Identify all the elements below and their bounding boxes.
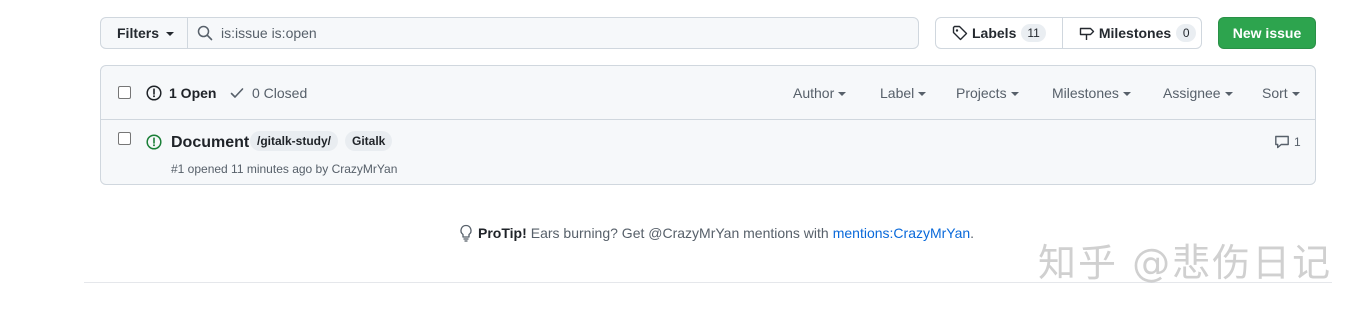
chevron-down-icon [838,92,847,96]
sort-menu[interactable]: Sort [1262,85,1300,101]
comments-count: 1 [1294,135,1301,149]
assignee-filter-label: Assignee [1163,85,1221,101]
protip-lead: ProTip! [478,225,527,241]
milestones-filter[interactable]: Milestones [1052,85,1131,101]
issues-list-header: 1 Open 0 Closed Author Label Projects Mi… [101,66,1315,120]
issue-checkbox[interactable] [118,132,131,145]
issue-author-link[interactable]: CrazyMrYan [332,162,398,176]
projects-filter-label: Projects [956,85,1007,101]
projects-filter[interactable]: Projects [956,85,1019,101]
protip-trail: . [970,225,975,241]
issue-opened-icon [146,134,162,150]
check-icon [229,85,252,101]
new-issue-button[interactable]: New issue [1218,17,1316,49]
protip-text: Ears burning? Get @CrazyMrYan mentions w… [530,225,829,241]
closed-issues-label: 0 Closed [252,85,308,101]
light-bulb-icon [459,224,478,242]
chevron-down-icon [166,32,175,36]
tag-icon [952,25,972,41]
milestones-button[interactable]: Milestones 0 [1061,18,1212,48]
protip-mentions-link[interactable]: mentions:CrazyMrYan [833,225,970,241]
issue-meta: #1 opened 11 minutes ago by CrazyMrYan [171,162,397,176]
issue-opened-icon [146,85,169,101]
labels-button[interactable]: Labels 11 [936,18,1062,48]
milestones-label: Milestones [1098,25,1172,41]
search-field[interactable] [187,17,919,49]
milestones-filter-label: Milestones [1052,85,1119,101]
open-issues-label: 1 Open [169,85,217,101]
chevron-down-icon [1122,92,1131,96]
chevron-down-icon [1291,92,1300,96]
label-filter-label: Label [880,85,915,101]
author-filter[interactable]: Author [793,85,847,101]
comments-link[interactable]: 1 [1274,134,1301,150]
watermark: 知乎 @悲伤日记 [1038,241,1333,285]
select-all-checkbox[interactable] [118,86,131,99]
comment-icon [1274,134,1294,150]
filters-button[interactable]: Filters [100,17,188,49]
closed-issues-tab[interactable]: 0 Closed [229,85,307,101]
labels-milestones-group: Labels 11 Milestones 0 [935,17,1202,49]
labels-label: Labels [972,25,1017,41]
filters-label: Filters [117,25,160,41]
label-filter[interactable]: Label [880,85,927,101]
chevron-down-icon [1224,92,1233,96]
search-input[interactable] [221,25,901,41]
issue-label[interactable]: Gitalk [345,131,393,151]
issue-title-link[interactable]: Document [171,134,249,152]
issue-label[interactable]: /gitalk-study/ [250,131,339,151]
chevron-down-icon [1010,92,1019,96]
milestone-icon [1079,25,1099,41]
author-filter-label: Author [793,85,835,101]
sort-menu-label: Sort [1262,85,1288,101]
issues-list: 1 Open 0 Closed Author Label Projects Mi… [100,65,1316,185]
labels-count-badge: 11 [1021,24,1046,42]
chevron-down-icon [918,92,927,96]
protip: ProTip! Ears burning? Get @CrazyMrYan me… [459,224,974,242]
issue-opened-text: #1 opened 11 minutes ago by [171,162,329,176]
open-issues-tab[interactable]: 1 Open [146,85,216,101]
assignee-filter[interactable]: Assignee [1163,85,1233,101]
search-icon [197,25,213,41]
milestones-count-badge: 0 [1176,24,1197,42]
list-item: Document /gitalk-study/ Gitalk #1 opened… [101,121,1315,185]
